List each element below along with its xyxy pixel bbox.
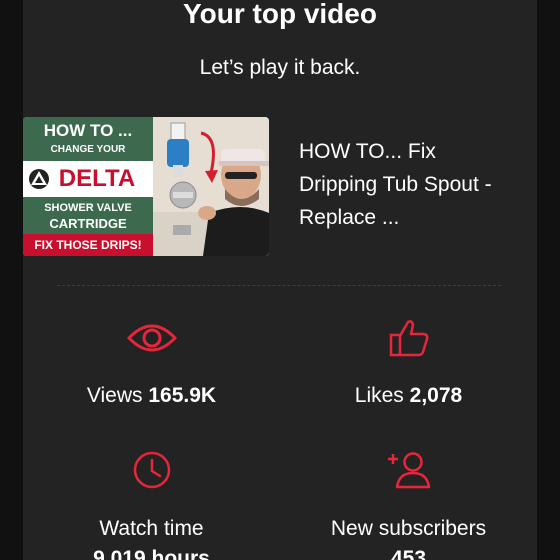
views-value: 165.9K — [148, 384, 217, 407]
stat-subscribers: New subscribers 453 — [280, 450, 537, 560]
watch-time-value: 9,019 hours — [93, 547, 210, 560]
views-label: Views — [86, 384, 143, 407]
subscribers-value: 453 — [390, 547, 427, 560]
likes-text: Likes 2,078 — [280, 383, 537, 409]
video-thumbnail[interactable]: HOW TO ... CHANGE YOUR DELTA SHOWER VALV… — [23, 117, 269, 256]
thumb-change-your: CHANGE YOUR — [50, 144, 126, 155]
views-text: Views 165.9K — [23, 383, 280, 409]
divider — [57, 285, 501, 286]
thumb-fix-drips: FIX THOSE DRIPS! — [34, 238, 142, 252]
card-subtitle: Let’s play it back. — [199, 56, 361, 79]
likes-value: 2,078 — [409, 384, 463, 407]
clock-icon — [133, 451, 170, 489]
add-person-icon — [387, 452, 430, 489]
stat-views: Views 165.9K — [23, 318, 280, 409]
stat-likes: Likes 2,078 — [280, 318, 537, 409]
thumbs-up-icon — [389, 320, 428, 357]
top-video-card: Your top video Let’s play it back. HOW T… — [23, 0, 537, 560]
card-title: Your top video — [183, 0, 377, 29]
thumb-how-to: HOW TO ... — [43, 121, 133, 140]
top-video-row[interactable]: HOW TO ... CHANGE YOUR DELTA SHOWER VALV… — [23, 117, 537, 256]
subscribers-label: New subscribers — [330, 517, 487, 540]
thumb-shower-valve: SHOWER VALVE — [44, 202, 132, 214]
thumb-brand: DELTA — [58, 165, 136, 192]
video-title[interactable]: HOW TO... Fix Dripping Tub Spout - Repla… — [299, 135, 519, 234]
watch-time-label: Watch time — [99, 517, 204, 540]
likes-label: Likes — [354, 384, 404, 407]
thumbnail-text-panel: HOW TO ... CHANGE YOUR DELTA SHOWER VALV… — [23, 117, 153, 256]
stat-watch-time: Watch time 9,019 hours — [23, 450, 280, 560]
thumb-cartridge: CARTRIDGE — [49, 216, 127, 231]
eye-icon — [126, 324, 177, 352]
